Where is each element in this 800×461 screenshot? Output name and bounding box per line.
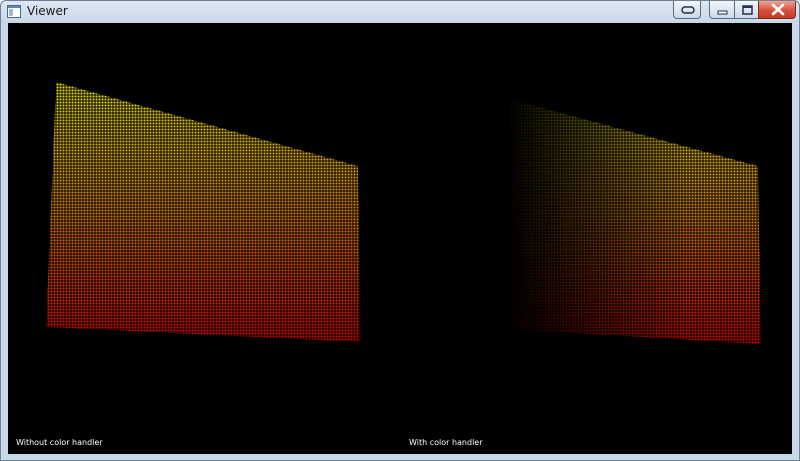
- pane-without-color-handler[interactable]: Without color handler: [8, 23, 400, 454]
- title-bar[interactable]: Viewer: [1, 1, 799, 23]
- pane-with-color-handler[interactable]: With color handler: [400, 23, 792, 454]
- viewer-window: Viewer Without color handler With color …: [0, 0, 800, 461]
- window-title: Viewer: [27, 4, 68, 18]
- render-viewport[interactable]: Without color handler With color handler: [8, 23, 792, 454]
- viewer-app-icon: [7, 5, 21, 18]
- minimize-icon: [717, 10, 728, 15]
- pane-label: With color handler: [409, 438, 483, 447]
- point-cloud-plane-left: [46, 82, 360, 342]
- minimize-button[interactable]: [709, 1, 735, 19]
- restore-button[interactable]: [673, 1, 701, 19]
- pane-label: Without color handler: [16, 438, 103, 447]
- maximize-icon: [742, 5, 753, 15]
- close-icon: [771, 3, 785, 16]
- close-button[interactable]: [758, 1, 796, 19]
- point-cloud-plane-right: [472, 89, 761, 344]
- restore-icon: [681, 6, 695, 14]
- maximize-button[interactable]: [734, 1, 759, 19]
